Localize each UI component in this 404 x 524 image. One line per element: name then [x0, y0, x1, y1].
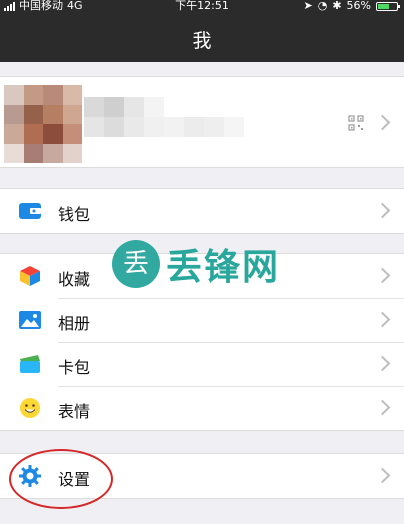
qr-code-icon[interactable]	[348, 115, 364, 131]
chevron-right-icon	[374, 355, 391, 372]
smiley-icon	[20, 398, 40, 418]
card-pack-icon	[20, 355, 40, 373]
chevron-right-icon	[374, 114, 391, 131]
menu-item-album[interactable]: 相册	[0, 298, 404, 342]
menu-item-label: 钱包	[58, 205, 91, 224]
blurred-profile-name	[84, 97, 244, 157]
status-bar: 中国移动 4G 下午12:51 ➤ ◔ ✱ 56%	[0, 0, 404, 14]
menu-item-stickers[interactable]: 表情	[0, 386, 404, 430]
menu-item-label: 相册	[58, 314, 91, 333]
bluetooth-icon: ✱	[332, 0, 342, 12]
features-section: 收藏 相册 卡包 表情	[0, 253, 404, 431]
profile-card[interactable]	[0, 76, 404, 168]
menu-item-label: 卡包	[58, 358, 91, 377]
avatar[interactable]	[4, 85, 82, 163]
menu-item-label: 收藏	[58, 270, 91, 289]
battery-icon	[376, 1, 400, 11]
menu-item-wallet[interactable]: 钱包	[0, 189, 404, 233]
cube-icon	[20, 266, 40, 286]
chevron-right-icon	[374, 267, 391, 284]
wallet-section: 钱包	[0, 188, 404, 234]
page-title: 我	[192, 30, 212, 52]
chevron-right-icon	[374, 399, 391, 416]
menu-item-favorites[interactable]: 收藏	[0, 254, 404, 298]
chevron-right-icon	[374, 311, 391, 328]
menu-item-cards[interactable]: 卡包	[0, 342, 404, 386]
annotation-ellipse	[9, 449, 113, 509]
menu-item-label: 表情	[58, 402, 91, 421]
battery-percent: 56%	[346, 0, 371, 12]
nav-bar: 我	[0, 14, 404, 62]
chevron-right-icon	[374, 202, 391, 219]
wallet-icon	[19, 203, 41, 219]
location-icon: ➤	[303, 0, 313, 12]
alarm-icon: ◔	[317, 0, 328, 12]
photo-icon	[19, 311, 41, 329]
chevron-right-icon	[374, 467, 391, 484]
